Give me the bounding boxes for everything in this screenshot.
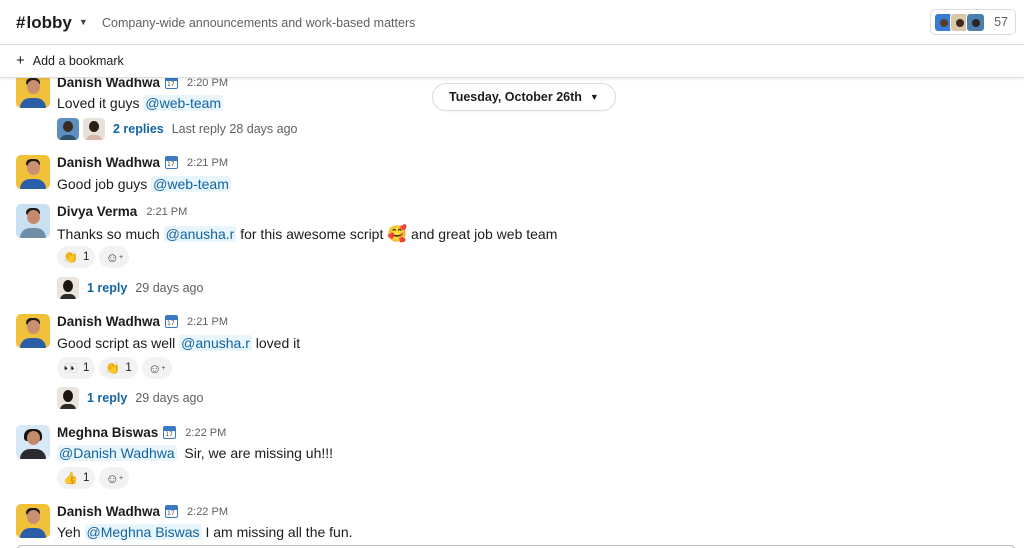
text-segment: and great job web team	[407, 226, 558, 242]
clap-icon: 👏	[105, 361, 121, 375]
text-segment: Good script as well	[57, 335, 180, 351]
message-text: Thanks so much @anusha.r for this awesom…	[57, 224, 557, 244]
reply-count[interactable]: 1 reply	[87, 281, 127, 295]
message-text: Yeh @Meghna Biswas I am missing all the …	[57, 524, 353, 540]
reaction-count: 1	[82, 251, 90, 263]
message-text: Good job guys @web-team	[57, 176, 231, 192]
calendar-icon	[163, 426, 177, 439]
calendar-icon	[165, 315, 179, 328]
member-count: 57	[994, 15, 1008, 29]
message-meta: Danish Wadhwa 2:22 PM	[57, 504, 228, 519]
timestamp[interactable]: 2:21 PM	[187, 316, 228, 328]
reaction-clap[interactable]: 👏 1	[57, 246, 96, 268]
timestamp[interactable]: 2:22 PM	[187, 506, 228, 518]
calendar-icon	[165, 505, 179, 518]
date-divider-button[interactable]: Tuesday, October 26th ▼	[432, 83, 616, 111]
message-text: Good script as well @anusha.r loved it	[57, 335, 300, 351]
thread-summary[interactable]: 1 reply 29 days ago	[57, 387, 203, 409]
add-bookmark-button[interactable]: + Add a bookmark	[16, 52, 124, 69]
last-reply: 29 days ago	[135, 281, 204, 295]
member-avatar	[966, 12, 986, 32]
smiling-face-with-hearts-icon: 🥰	[387, 226, 408, 243]
reaction-count: 1	[82, 362, 90, 374]
mention[interactable]: @anusha.r	[163, 226, 237, 242]
message-meta: Meghna Biswas 2:22 PM	[57, 425, 226, 440]
add-reaction-icon[interactable]: ☺ +	[99, 467, 130, 489]
thread-avatar	[57, 277, 79, 299]
reactions-bar: 👍 1 ☺ +	[57, 467, 130, 489]
timestamp[interactable]: 2:21 PM	[187, 157, 228, 169]
message-meta: Danish Wadhwa 2:21 PM	[57, 314, 228, 329]
message-meta: Danish Wadhwa 2:21 PM	[57, 155, 228, 170]
sender-name[interactable]: Danish Wadhwa	[57, 504, 160, 519]
last-reply: Last reply 28 days ago	[171, 122, 298, 136]
clap-icon: 👏	[63, 250, 78, 264]
reaction-count: 1	[82, 472, 90, 484]
sender-name[interactable]: Danish Wadhwa	[57, 155, 160, 170]
text-segment: Thanks so much	[57, 226, 164, 242]
channel-name: lobby	[26, 13, 72, 32]
eyes-icon: 👀	[63, 361, 78, 375]
members-button[interactable]: 57	[930, 9, 1016, 35]
reactions-bar: 👏 1 ☺ +	[57, 246, 130, 268]
reaction-clap[interactable]: 👏 1	[99, 357, 138, 379]
text-segment: Yeh	[57, 524, 85, 540]
chevron-down-icon: ▼	[589, 92, 599, 102]
timestamp[interactable]: 2:22 PM	[185, 427, 226, 439]
mention[interactable]: @web-team	[143, 95, 224, 111]
reply-count[interactable]: 2 replies	[113, 122, 164, 136]
text-segment: Good job guys	[57, 176, 152, 192]
reactions-bar: 👀 1 👏 1 ☺ +	[57, 357, 172, 379]
channel-topic[interactable]: Company-wide announcements and work-base…	[102, 16, 415, 30]
thread-avatar	[83, 118, 105, 140]
mention[interactable]: @Danish Wadhwa	[57, 445, 177, 461]
thread-summary[interactable]: 1 reply 29 days ago	[57, 277, 203, 299]
last-reply: 29 days ago	[135, 391, 204, 405]
channel-hash: #	[16, 13, 26, 32]
avatar[interactable]	[16, 425, 50, 459]
mention[interactable]: @anusha.r	[179, 335, 252, 351]
mention[interactable]: @web-team	[151, 176, 231, 192]
add-reaction-icon[interactable]: ☺ +	[141, 357, 172, 379]
avatar[interactable]	[16, 504, 50, 538]
thread-avatar	[57, 387, 79, 409]
channel-name-button[interactable]: # lobby ▼	[16, 13, 88, 33]
plus-icon: +	[16, 52, 25, 69]
member-avatars	[934, 12, 986, 32]
sender-name[interactable]: Danish Wadhwa	[57, 314, 160, 329]
text-segment: Sir, we are missing uh!!!	[176, 445, 334, 461]
mention[interactable]: @Meghna Biswas	[84, 524, 202, 540]
sender-name[interactable]: Divya Verma	[57, 204, 137, 219]
bookmark-bar: + Add a bookmark	[0, 45, 1024, 78]
thread-summary[interactable]: 2 replies Last reply 28 days ago	[57, 118, 298, 140]
date-label: Tuesday, October 26th	[449, 90, 582, 104]
text-segment: for this awesome script	[236, 226, 388, 242]
avatar[interactable]	[16, 74, 50, 108]
avatar[interactable]	[16, 155, 50, 189]
text-segment: I am missing all the fun.	[201, 524, 353, 540]
timestamp[interactable]: 2:21 PM	[146, 206, 187, 218]
thread-avatar	[57, 118, 79, 140]
reaction-thumbs-up[interactable]: 👍 1	[57, 467, 96, 489]
reaction-eyes[interactable]: 👀 1	[57, 357, 96, 379]
reply-count[interactable]: 1 reply	[87, 391, 127, 405]
message-text: @Danish Wadhwa Sir, we are missing uh!!!	[57, 445, 333, 461]
channel-header: # lobby ▼ Company-wide announcements and…	[0, 0, 1024, 45]
avatar[interactable]	[16, 314, 50, 348]
thumbs-up-icon: 👍	[63, 471, 78, 485]
text-segment: Loved it guys	[57, 95, 144, 111]
timestamp[interactable]: 2:20 PM	[187, 77, 228, 89]
avatar[interactable]	[16, 204, 50, 238]
sender-name[interactable]: Meghna Biswas	[57, 425, 158, 440]
calendar-icon	[165, 156, 179, 169]
text-segment: loved it	[251, 335, 301, 351]
chevron-down-icon: ▼	[78, 17, 88, 27]
message-meta: Divya Verma 2:21 PM	[57, 204, 187, 219]
message-text: Loved it guys @web-team	[57, 95, 224, 111]
add-reaction-icon[interactable]: ☺ +	[99, 246, 130, 268]
add-bookmark-label: Add a bookmark	[32, 54, 124, 68]
reaction-count: 1	[125, 362, 132, 374]
